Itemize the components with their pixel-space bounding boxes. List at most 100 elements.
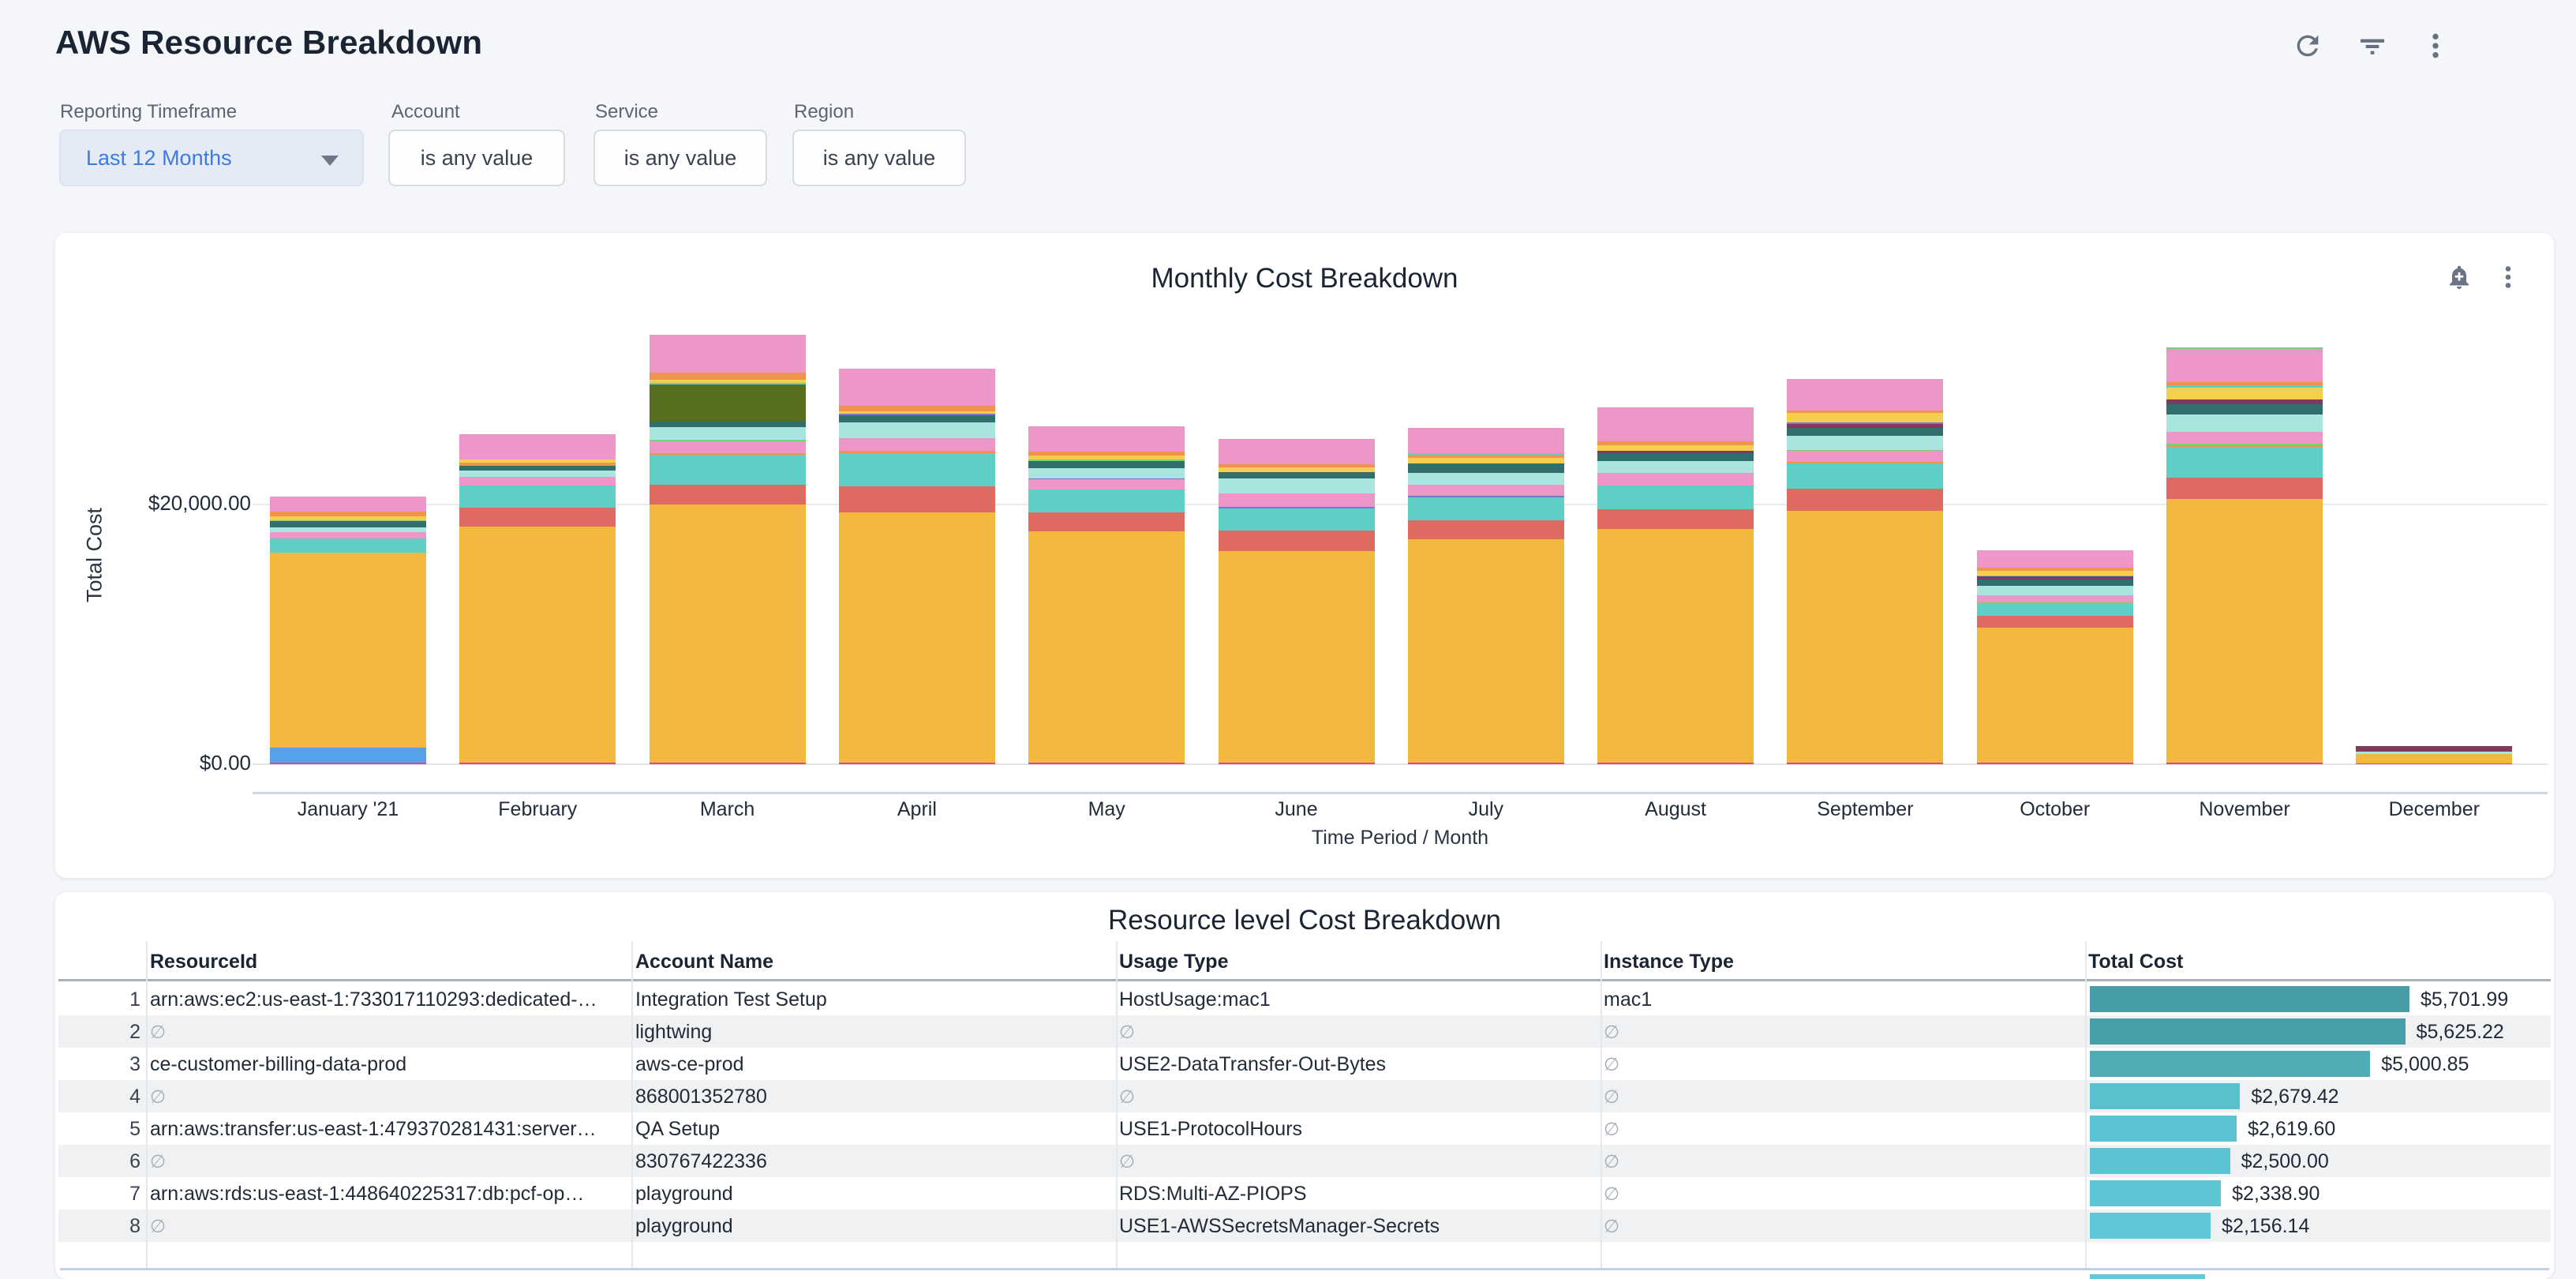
bar-segment[interactable] (839, 414, 995, 415)
region-filter-button[interactable]: is any value (792, 129, 966, 186)
bar-segment[interactable] (459, 486, 616, 508)
bar-segment[interactable] (839, 453, 995, 487)
bar-segment[interactable] (1028, 456, 1185, 459)
bar-segment[interactable] (2166, 404, 2323, 414)
bar-segment[interactable] (1597, 451, 1754, 453)
bar-segment[interactable] (650, 383, 806, 384)
bar-segment[interactable] (839, 411, 995, 414)
bar-segment[interactable] (270, 520, 426, 521)
bar-segment[interactable] (1597, 407, 1754, 441)
bar-segment[interactable] (650, 455, 806, 485)
bar-segment[interactable] (459, 508, 616, 527)
bar-segment[interactable] (1787, 511, 1943, 763)
bar-segment[interactable] (1977, 628, 2133, 763)
column-header[interactable]: Account Name (635, 951, 773, 973)
filter-icon[interactable] (2357, 30, 2388, 62)
bar-segment[interactable] (1597, 461, 1754, 474)
bar-segment[interactable] (270, 532, 426, 538)
bar-segment[interactable] (2166, 388, 2323, 400)
column-header[interactable]: ResourceId (150, 951, 257, 973)
bar-segment[interactable] (1028, 531, 1185, 763)
bar-segment[interactable] (650, 373, 806, 380)
bar-segment[interactable] (1787, 450, 1943, 451)
bar-segment[interactable] (1219, 493, 1375, 507)
bar-segment[interactable] (2356, 763, 2512, 764)
bar-segment[interactable] (459, 477, 616, 486)
bar-segment[interactable] (650, 384, 806, 421)
bar-segment[interactable] (1787, 422, 1943, 424)
bar-segment[interactable] (1787, 462, 1943, 463)
bar-segment[interactable] (2166, 347, 2323, 349)
bar-segment[interactable] (1977, 550, 2133, 568)
bar-segment[interactable] (1977, 576, 2133, 579)
table-row[interactable]: 1arn:aws:ec2:us-east-1:733017110293:dedi… (58, 983, 2551, 1015)
table-row[interactable]: 3ce-customer-billing-data-prodaws-ce-pro… (58, 1048, 2551, 1080)
table-row[interactable]: 5arn:aws:transfer:us-east-1:479370281431… (58, 1112, 2551, 1145)
bar-segment[interactable] (1219, 551, 1375, 763)
bar-segment[interactable] (459, 434, 616, 459)
bar-segment[interactable] (1597, 445, 1754, 451)
bar-segment[interactable] (1787, 411, 1943, 413)
bar-segment[interactable] (1787, 451, 1943, 462)
bar-segment[interactable] (650, 441, 806, 454)
bar-segment[interactable] (270, 497, 426, 512)
bar-segment[interactable] (839, 369, 995, 406)
bar-segment[interactable] (2356, 746, 2512, 751)
bar-segment[interactable] (1787, 436, 1943, 449)
bar-segment[interactable] (2166, 444, 2323, 445)
bar-segment[interactable] (1597, 486, 1754, 509)
timeframe-dropdown[interactable]: Last 12 Months (59, 129, 364, 186)
bar-segment[interactable] (1219, 439, 1375, 464)
bar-segment[interactable] (1408, 463, 1564, 473)
bar-segment[interactable] (270, 538, 426, 553)
bar-segment[interactable] (839, 512, 995, 763)
bar-segment[interactable] (650, 453, 806, 455)
bar-segment[interactable] (650, 440, 806, 441)
bar-segment[interactable] (1597, 763, 1754, 764)
bar-segment[interactable] (2166, 349, 2323, 382)
bar-segment[interactable] (1408, 497, 1564, 520)
bar-segment[interactable] (1028, 478, 1185, 480)
bar-segment[interactable] (1977, 571, 2133, 576)
bar-segment[interactable] (2166, 382, 2323, 385)
bar-segment[interactable] (1219, 763, 1375, 764)
table-row[interactable]: 2∅lightwing∅∅$5,625.22 (58, 1015, 2551, 1048)
service-filter-button[interactable]: is any value (593, 129, 767, 186)
bar-segment[interactable] (2356, 754, 2512, 764)
bar-segment[interactable] (1028, 468, 1185, 478)
bar-segment[interactable] (459, 763, 616, 764)
bar-segment[interactable] (1408, 485, 1564, 496)
bar-segment[interactable] (2166, 414, 2323, 431)
table-row[interactable]: 4∅868001352780∅∅$2,679.42 (58, 1080, 2551, 1112)
bar-segment[interactable] (839, 406, 995, 411)
bar-segment[interactable] (1977, 616, 2133, 628)
table-scrollbar[interactable] (60, 1268, 2549, 1270)
bar-segment[interactable] (1977, 568, 2133, 571)
bar-segment[interactable] (1597, 453, 1754, 461)
column-header[interactable]: Total Cost (2088, 951, 2183, 973)
bar-segment[interactable] (1787, 763, 1943, 764)
bar-segment[interactable] (650, 763, 806, 764)
bar-segment[interactable] (650, 504, 806, 763)
table-row[interactable]: 6∅830767422336∅∅$2,500.00 (58, 1145, 2551, 1177)
bar-segment[interactable] (1597, 529, 1754, 763)
bar-segment[interactable] (1219, 464, 1375, 467)
table-row[interactable]: 9 (58, 1271, 2551, 1279)
bar-segment[interactable] (650, 422, 806, 427)
bar-segment[interactable] (1028, 479, 1185, 489)
bar-segment[interactable] (1787, 424, 1943, 428)
bar-segment[interactable] (1408, 428, 1564, 453)
bar-segment[interactable] (2166, 763, 2323, 764)
bar-segment[interactable] (839, 422, 995, 438)
bar-segment[interactable] (1787, 379, 1943, 411)
bar-segment[interactable] (1408, 455, 1564, 458)
bar-segment[interactable] (459, 466, 616, 471)
bar-segment[interactable] (1408, 520, 1564, 539)
bar-segment[interactable] (2166, 478, 2323, 499)
bar-segment[interactable] (839, 486, 995, 512)
bar-segment[interactable] (1028, 452, 1185, 456)
bar-segment[interactable] (1977, 602, 2133, 603)
bar-segment[interactable] (1977, 579, 2133, 586)
bar-segment[interactable] (459, 463, 616, 466)
account-filter-button[interactable]: is any value (388, 129, 565, 186)
